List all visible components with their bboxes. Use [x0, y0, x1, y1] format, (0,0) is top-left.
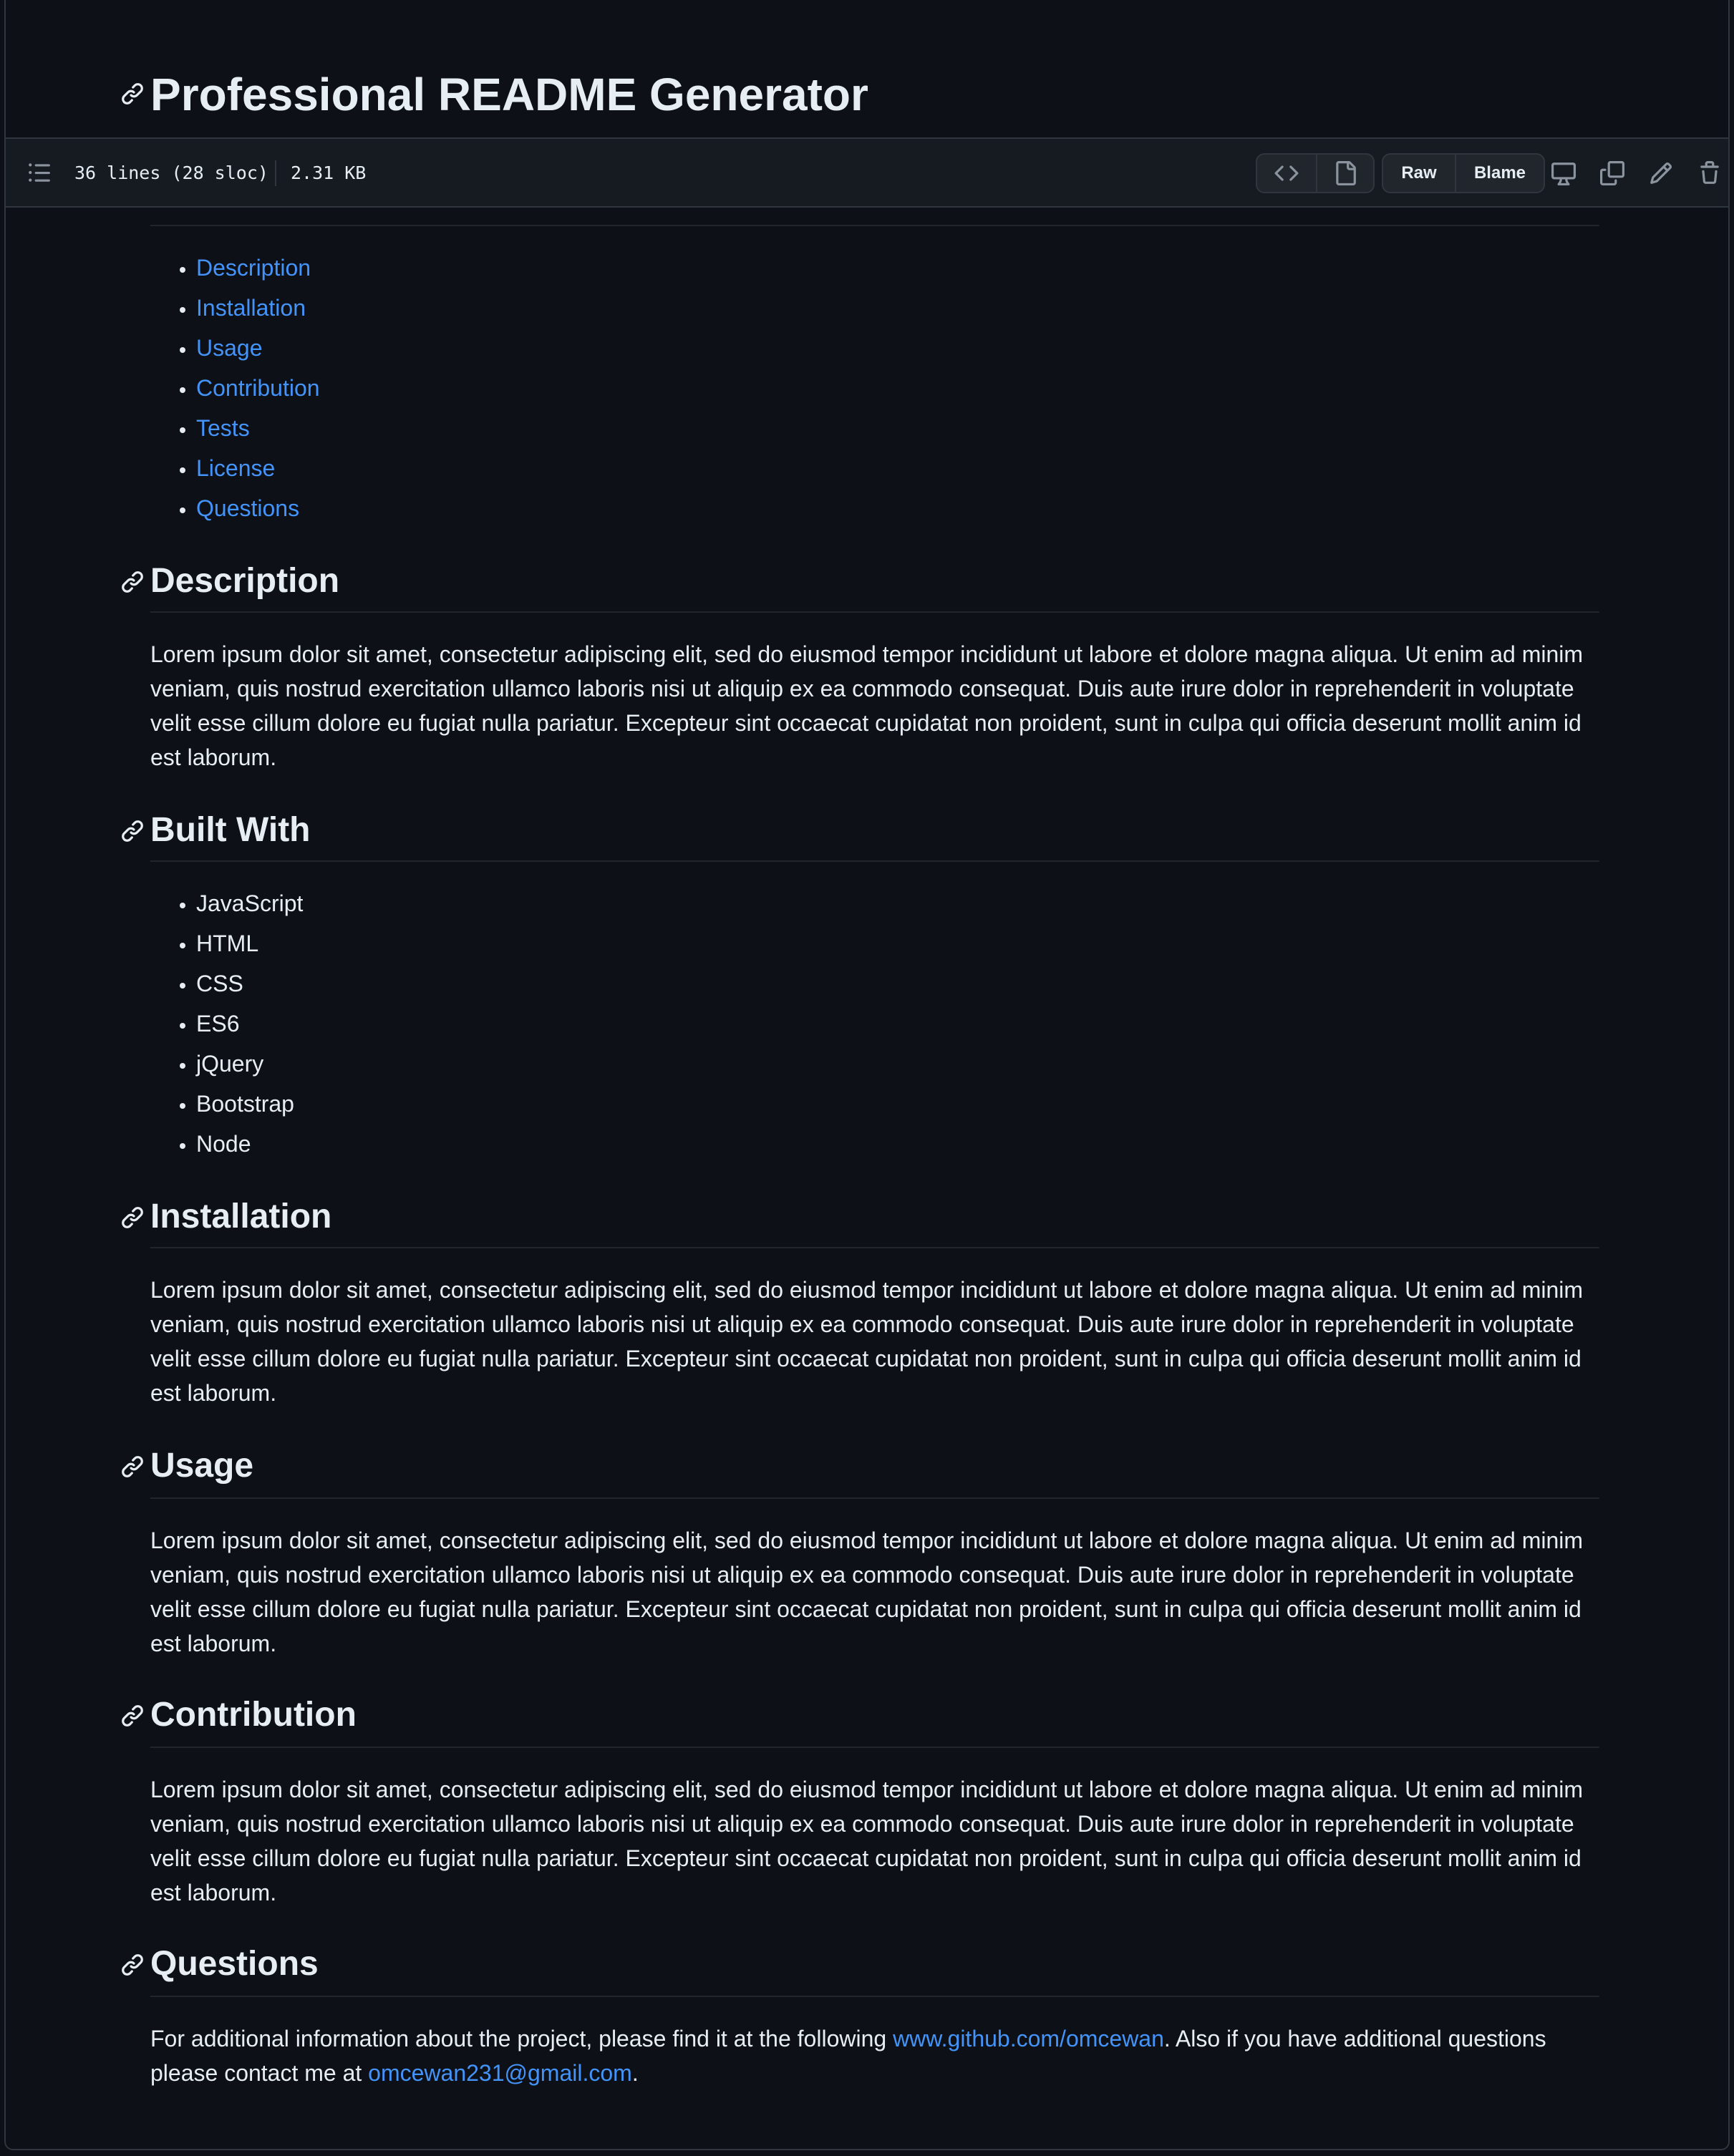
list-item: Node [196, 1124, 303, 1164]
pencil-icon [1649, 161, 1673, 185]
questions-text: For additional information about the pro… [150, 2021, 1599, 2090]
heading-rule [150, 860, 1599, 862]
code-icon [1274, 161, 1299, 185]
file-size: 2.31 KB [291, 162, 367, 183]
email-link[interactable]: omcewan231@gmail.com [368, 2060, 632, 2086]
toc-link-contribution[interactable]: Contribution [196, 375, 320, 401]
copy-button[interactable] [1594, 155, 1631, 192]
toc-item: Questions [196, 488, 320, 528]
list-icon [27, 160, 52, 185]
heading-rule [150, 1247, 1599, 1248]
toc-item: License [196, 448, 320, 488]
toc-item: Contribution [196, 368, 320, 408]
link-anchor-icon[interactable] [120, 1953, 145, 1977]
usage-text: Lorem ipsum dolor sit amet, consectetur … [150, 1528, 1584, 1656]
link-anchor-icon[interactable] [120, 1205, 145, 1230]
raw-button[interactable]: Raw [1383, 155, 1455, 192]
title-rule [150, 225, 1599, 226]
heading-rule [150, 611, 1599, 613]
github-link[interactable]: www.github.com/omcewan [893, 2026, 1164, 2051]
list-item: HTML [196, 923, 303, 963]
toc-item: Installation [196, 288, 320, 328]
toolbar-divider [275, 160, 276, 186]
link-anchor-icon[interactable] [120, 570, 145, 594]
built-with-list: JavaScript HTML CSS ES6 jQuery Bootstrap… [150, 883, 303, 1164]
heading-rule [150, 1996, 1599, 1997]
desktop-button[interactable] [1545, 155, 1582, 192]
installation-text: Lorem ipsum dolor sit amet, consectetur … [150, 1277, 1584, 1406]
questions-text-start: For additional information about the pro… [150, 2026, 893, 2051]
toc-link-license[interactable]: License [196, 455, 275, 481]
blame-button[interactable]: Blame [1455, 155, 1544, 192]
code-view-button[interactable] [1257, 155, 1316, 192]
heading-rule [150, 1497, 1599, 1499]
page-title: Professional README Generator [150, 69, 868, 120]
link-anchor-icon[interactable] [120, 1455, 145, 1479]
copy-icon [1600, 161, 1624, 185]
toc-link-questions[interactable]: Questions [196, 495, 299, 521]
delete-button[interactable] [1691, 155, 1728, 192]
toc-item: Description [196, 248, 320, 288]
list-item: CSS [196, 963, 303, 1004]
view-toggle-group [1256, 153, 1375, 193]
toc-link-tests[interactable]: Tests [196, 415, 250, 441]
toc-link-description[interactable]: Description [196, 255, 311, 281]
heading-installation: Installation [150, 1198, 332, 1235]
raw-blame-group: Raw Blame [1382, 153, 1545, 193]
heading-usage: Usage [150, 1447, 254, 1485]
outline-toggle[interactable] [27, 139, 52, 206]
heading-rule [150, 1747, 1599, 1748]
trash-icon [1697, 161, 1722, 185]
link-anchor-icon[interactable] [120, 82, 145, 106]
toc-item: Usage [196, 328, 320, 368]
toc-link-installation[interactable]: Installation [196, 295, 306, 321]
desktop-icon [1551, 161, 1576, 185]
contribution-text: Lorem ipsum dolor sit amet, consectetur … [150, 1777, 1584, 1905]
link-anchor-icon[interactable] [120, 1704, 145, 1728]
heading-contribution: Contribution [150, 1696, 357, 1734]
description-text: Lorem ipsum dolor sit amet, consectetur … [150, 641, 1584, 770]
table-of-contents: Description Installation Usage Contribut… [150, 248, 320, 528]
edit-button[interactable] [1642, 155, 1680, 192]
heading-built-with: Built With [150, 811, 311, 849]
file-toolbar: 36 lines (28 sloc) 2.31 KB Raw Blame [6, 137, 1728, 208]
heading-description: Description [150, 562, 340, 600]
toc-link-usage[interactable]: Usage [196, 335, 263, 361]
link-anchor-icon[interactable] [120, 819, 145, 843]
heading-questions: Questions [150, 1945, 319, 1983]
preview-button[interactable] [1316, 155, 1373, 192]
questions-text-end: . [631, 2060, 639, 2086]
list-item: jQuery [196, 1044, 303, 1084]
lines-info: 36 lines (28 sloc) [74, 162, 268, 183]
list-item: ES6 [196, 1004, 303, 1044]
file-icon [1333, 161, 1357, 185]
toc-item: Tests [196, 408, 320, 448]
list-item: Bootstrap [196, 1084, 303, 1124]
list-item: JavaScript [196, 883, 303, 923]
